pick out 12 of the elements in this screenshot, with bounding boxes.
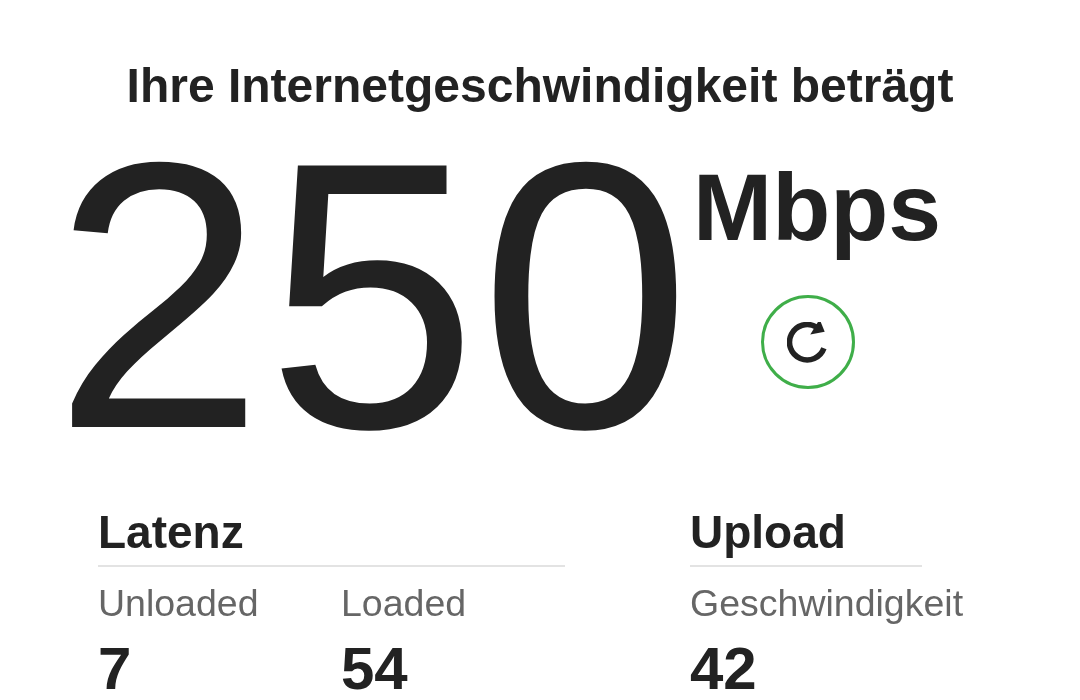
section-title: Latenz (98, 506, 245, 558)
speed-value: 250 (53, 146, 693, 446)
metric-value: 42 (690, 639, 758, 699)
section-title: Upload (690, 506, 847, 558)
page-heading: Ihre Internetgeschwindigkeit beträgt (126, 58, 954, 114)
speed-unit: Mbps (693, 153, 942, 262)
metric-label: Unloaded (98, 582, 260, 624)
metric-value: 7 (98, 639, 133, 699)
metric-label: Geschwindigkeit (690, 582, 964, 624)
metric-label: Loaded (341, 582, 468, 624)
metric-value: 54 (341, 639, 409, 699)
refresh-icon (787, 321, 829, 363)
